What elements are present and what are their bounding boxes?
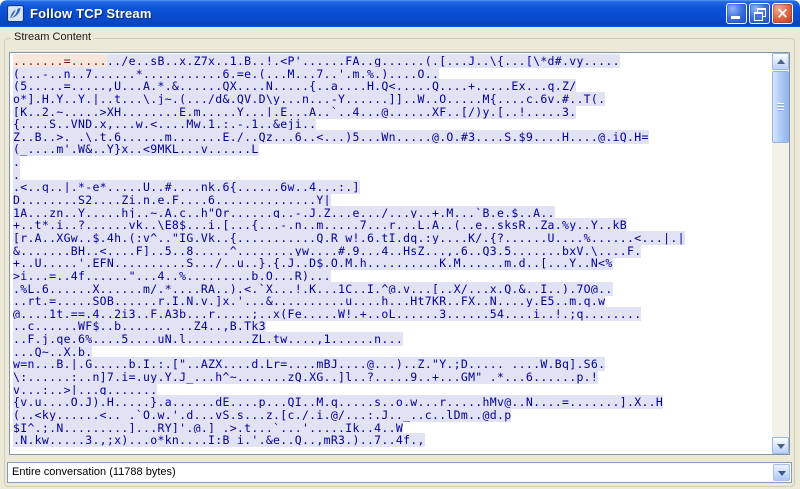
scroll-thumb[interactable] [772, 71, 789, 143]
stream-content-group: Stream Content .......=......./e..sB..x.… [4, 38, 795, 487]
follow-tcp-stream-window: Follow TCP Stream × Stream Content .....… [0, 0, 800, 489]
stream-line: (_....m'.W&..Y}x..<9MKL...v......L [13, 143, 772, 156]
client-data-segment: .......=..... [13, 54, 107, 68]
dialog-body: Stream Content .......=......./e..sB..x.… [0, 27, 800, 489]
wireshark-fin-icon [7, 5, 24, 22]
group-label: Stream Content [11, 31, 94, 43]
stream-line: ..rt.=.....SOB......r.I.N.v.]x.'...&....… [13, 295, 772, 308]
stream-line: (..<ky......<.._.`O.w.'.d...vS.s...z.[c.… [13, 409, 772, 422]
stream-text[interactable]: .......=......./e..sB..x.Z7x..1.B..!.<P'… [10, 53, 772, 454]
stream-content-area: .......=......./e..sB..x.Z7x..1.B..!.<P'… [9, 52, 790, 455]
stream-line: o*].H.Y..Y.|..t...\.j~.(.../d&.QV.D\y...… [13, 93, 772, 106]
stream-line: +..U.....'.EFN..........S.../..u..}.{.J.… [13, 257, 772, 270]
minimize-icon [731, 16, 740, 19]
restore-button[interactable] [749, 3, 770, 24]
minimize-button[interactable] [726, 3, 747, 24]
stream-line: [r.A..XGw..$.4h.(:v^.."IG.Vk..{.........… [13, 232, 772, 245]
chevron-down-icon [778, 471, 786, 476]
stream-line: .......=......./e..sB..x.Z7x..1.B..!.<P'… [13, 55, 772, 68]
conversation-select[interactable]: Entire conversation (11788 bytes) [7, 462, 792, 483]
stream-line: ..F.j.qe.6%....5....uN.l.........ZL.tw..… [13, 333, 772, 346]
window-title: Follow TCP Stream [30, 6, 152, 21]
server-data-segment: .N.kw.....3.,;x)...o*kn....I:B i.'.&e..Q… [13, 433, 425, 447]
conversation-select-value: Entire conversation (11788 bytes) [12, 463, 176, 482]
scroll-thumb-grip [777, 103, 784, 111]
server-data-segment: \:......:..n]7.i=.uy.Y.J_...h^~.......zQ… [13, 370, 598, 384]
server-data-segment: o*].H.Y..Y.|..t...\.j~.(.../d&.QV.D\y...… [13, 92, 605, 106]
stream-line: \:......:..n]7.i=.uy.Y.J_...h^~.......zQ… [13, 371, 772, 384]
close-icon: × [773, 4, 792, 23]
server-data-segment: (_....m'.W&..Y}x..<9MKL...v......L [13, 142, 259, 156]
vertical-scrollbar[interactable] [772, 53, 789, 454]
stream-line: .N.kw.....3.,;x)...o*kn....I:B i.'.&e..Q… [13, 434, 772, 447]
scroll-up-button[interactable] [772, 53, 789, 70]
scroll-down-button[interactable] [772, 437, 789, 454]
server-data-segment: D........S2....Zi.n.e.F....6............… [13, 193, 331, 207]
server-data-segment: [r.A..XGw..$.4h.(:v^.."IG.Vk..{.........… [13, 231, 685, 245]
dropdown-button[interactable] [773, 464, 790, 481]
server-data-segment: ../e..sB..x.Z7x..1.B..!.<P'......FA..g..… [107, 54, 620, 68]
server-data-segment: ..F.j.qe.6%....5....uN.l.........ZL.tw..… [13, 332, 403, 346]
stream-line: {....S..VND.x,...w.<....Mw.1.:.-.1..&eji… [13, 118, 772, 131]
server-data-segment: >i...=..4f......"...4..%.........b.O...R… [13, 269, 331, 283]
scroll-up-icon [777, 59, 785, 64]
close-button[interactable]: × [772, 3, 793, 24]
scroll-down-icon [777, 444, 785, 449]
window-controls: × [726, 3, 795, 24]
stream-line: D........S2....Zi.n.e.F....6............… [13, 194, 772, 207]
restore-icon [750, 4, 769, 23]
title-bar[interactable]: Follow TCP Stream × [0, 0, 800, 27]
stream-line: >i...=..4f......"...4..%.........b.O...R… [13, 270, 772, 283]
stream-line: . [13, 156, 772, 169]
server-data-segment: (..<ky......<.._.`O.w.'.d...vS.s...z.[c.… [13, 408, 511, 422]
